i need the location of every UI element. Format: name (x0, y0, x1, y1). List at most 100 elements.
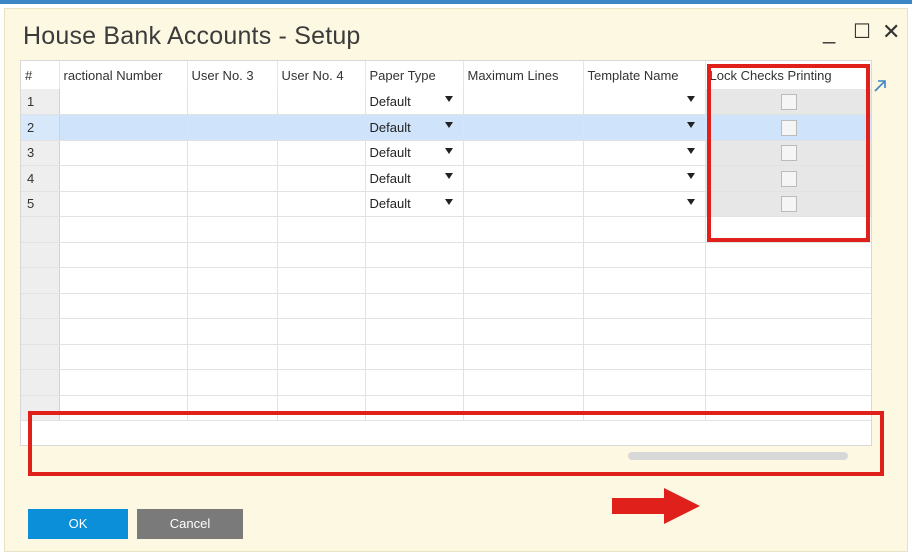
dropdown-arrow-icon[interactable] (686, 122, 695, 128)
column-header-maximum-lines[interactable]: Maximum Lines (463, 61, 584, 89)
dropdown-arrow-icon[interactable] (686, 96, 695, 102)
user-no-4-cell[interactable] (277, 140, 366, 166)
column-header-user-no-3[interactable]: User No. 3 (187, 61, 278, 89)
lock-checks-printing-highlight (707, 64, 870, 242)
user-no-4-cell[interactable] (277, 191, 366, 217)
user-no-3-cell[interactable] (187, 89, 278, 115)
maximum-lines-cell[interactable] (463, 114, 584, 141)
template-name-cell[interactable] (583, 165, 706, 192)
fractional-number-cell[interactable] (59, 140, 188, 166)
template-name-cell (583, 369, 706, 396)
paper-type-cell[interactable]: Default (365, 191, 464, 217)
row-number[interactable]: 5 (21, 191, 60, 217)
dropdown-arrow-icon[interactable] (686, 198, 695, 205)
fractional-number-cell[interactable] (59, 165, 188, 192)
table-row[interactable] (21, 369, 871, 396)
template-name-cell (583, 267, 706, 294)
column-header-row-number[interactable]: # (21, 61, 60, 89)
lock-checks-printing-cell (705, 369, 871, 396)
fractional-number-cell (59, 369, 188, 396)
dropdown-arrow-icon[interactable] (444, 122, 453, 128)
template-name-cell[interactable] (583, 140, 706, 166)
row-number[interactable]: 1 (21, 89, 60, 115)
paper-type-value: Default (369, 94, 411, 109)
table-row[interactable] (21, 267, 871, 294)
column-header-user-no-4[interactable]: User No. 4 (277, 61, 366, 89)
row-number[interactable]: 2 (21, 114, 60, 141)
window-title: House Bank Accounts - Setup (23, 22, 361, 50)
paper-type-value: Default (369, 145, 411, 161)
paper-type-cell[interactable]: Default (365, 165, 464, 192)
column-header-fractional-number[interactable]: ractional Number (59, 61, 188, 89)
row-number (21, 318, 60, 345)
paper-type-cell (365, 318, 464, 345)
user-no-3-cell (187, 293, 278, 319)
user-no-3-cell (187, 216, 278, 243)
row-number (21, 344, 60, 370)
cancel-button[interactable]: Cancel (137, 509, 243, 539)
maximize-icon[interactable]: ☐ (853, 21, 871, 43)
minimize-icon[interactable]: _ (823, 21, 835, 43)
template-name-cell[interactable] (583, 114, 706, 141)
title-bar: House Bank Accounts - Setup _ ☐ ✕ (5, 9, 907, 55)
dropdown-arrow-icon[interactable] (444, 198, 453, 205)
column-header-template-name[interactable]: Template Name (583, 61, 706, 89)
user-no-3-cell[interactable] (187, 165, 278, 192)
lock-checks-printing-cell (705, 318, 871, 345)
user-no-3-cell (187, 267, 278, 294)
paper-type-cell (365, 293, 464, 319)
user-no-3-cell (187, 369, 278, 396)
table-row[interactable] (21, 242, 871, 268)
user-no-4-cell (277, 344, 366, 370)
ok-button[interactable]: OK (28, 509, 128, 539)
maximum-lines-cell[interactable] (463, 140, 584, 166)
table-row[interactable] (21, 293, 871, 319)
template-name-cell[interactable] (583, 89, 706, 115)
column-header-paper-type[interactable]: Paper Type (365, 61, 464, 89)
fractional-number-cell[interactable] (59, 89, 188, 115)
user-no-3-cell[interactable] (187, 191, 278, 217)
fractional-number-cell[interactable] (59, 114, 188, 141)
lock-checks-printing-cell (705, 293, 871, 319)
user-no-4-cell[interactable] (277, 114, 366, 141)
user-no-4-cell[interactable] (277, 89, 366, 115)
dropdown-arrow-icon[interactable] (444, 147, 453, 154)
user-no-3-cell (187, 242, 278, 268)
user-no-4-cell (277, 369, 366, 396)
user-no-4-cell[interactable] (277, 165, 366, 192)
close-icon[interactable]: ✕ (882, 21, 900, 43)
template-name-cell (583, 318, 706, 345)
paper-type-value: Default (369, 119, 411, 135)
lock-checks-printing-cell (705, 242, 871, 268)
paper-type-cell (365, 242, 464, 268)
red-arrow-icon (612, 488, 700, 524)
dropdown-arrow-icon[interactable] (686, 147, 695, 154)
user-no-4-cell (277, 318, 366, 345)
paper-type-cell[interactable]: Default (365, 114, 464, 141)
dropdown-arrow-icon[interactable] (444, 96, 453, 102)
user-no-3-cell[interactable] (187, 140, 278, 166)
template-name-cell[interactable] (583, 191, 706, 217)
user-no-3-cell (187, 318, 278, 345)
maximum-lines-cell[interactable] (463, 89, 584, 115)
expand-arrow-icon[interactable] (872, 78, 888, 94)
table-row[interactable] (21, 344, 871, 370)
maximum-lines-cell (463, 369, 584, 396)
row-number[interactable]: 3 (21, 140, 60, 166)
maximum-lines-cell[interactable] (463, 191, 584, 217)
fractional-number-cell[interactable] (59, 191, 188, 217)
user-no-4-cell (277, 293, 366, 319)
paper-type-cell (365, 267, 464, 294)
row-number[interactable]: 4 (21, 165, 60, 192)
dropdown-arrow-icon[interactable] (444, 173, 453, 179)
user-no-3-cell[interactable] (187, 114, 278, 141)
fractional-number-cell (59, 216, 188, 243)
lock-checks-printing-cell (705, 344, 871, 370)
maximum-lines-cell (463, 216, 584, 243)
paper-type-cell[interactable]: Default (365, 140, 464, 166)
table-row[interactable] (21, 318, 871, 345)
paper-type-value: Default (369, 196, 411, 212)
paper-type-cell[interactable]: Default (365, 89, 464, 115)
dropdown-arrow-icon[interactable] (686, 173, 695, 179)
maximum-lines-cell[interactable] (463, 165, 584, 192)
